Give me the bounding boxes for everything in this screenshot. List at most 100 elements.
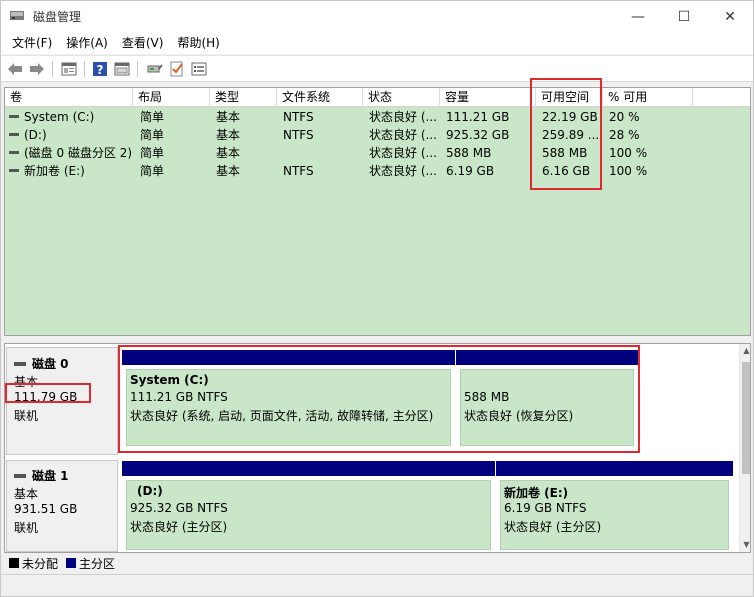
volume-row[interactable]: (D:) 简单 基本 NTFS 状态良好 (... 925.32 GB 259.… [5,126,750,144]
title-bar: 磁盘管理 — ☐ ✕ [1,1,753,32]
volume-capacity: 6.19 GB [446,164,495,178]
disk-size: 111.79 GB [14,390,78,404]
disk-icon [14,361,26,366]
disk-1-label[interactable]: 磁盘 1 基本 931.51 GB 联机 [6,460,118,552]
volume-list-header: 卷 布局 类型 文件系统 状态 容量 可用空间 % 可用 [5,88,750,107]
partition-bar [496,461,733,476]
disk-status: 联机 [14,409,39,423]
maximize-icon: ☐ [677,8,691,25]
volume-filesystem: NTFS [283,110,314,124]
volume-free-space: 22.19 GB [542,110,598,124]
volume-name: (磁盘 0 磁盘分区 2) [24,146,133,160]
partition-new-volume-e[interactable]: 新加卷 (E:) 6.19 GB NTFS 状态良好 (主分区) [496,461,733,552]
volume-row[interactable]: (磁盘 0 磁盘分区 2) 简单 基本 状态良好 (... 588 MB 588… [5,144,750,162]
volume-name: 新加卷 (E:) [24,164,85,178]
partition-size: 111.21 GB NTFS [130,390,228,404]
volume-filesystem: NTFS [283,164,314,178]
partition-status: 状态良好 (恢复分区) [464,409,574,423]
partition-system-c[interactable]: System (C:) 111.21 GB NTFS 状态良好 (系统, 启动,… [122,350,455,449]
check-icon[interactable] [168,60,186,78]
partition-recovery[interactable]: 588 MB 状态良好 (恢复分区) [456,350,638,449]
volume-icon [9,115,19,118]
disk-management-window: 磁盘管理 — ☐ ✕ 文件(F) 操作(A) 查看(V) 帮助(H) ? 卷 布… [0,0,754,597]
volume-percent-free: 20 % [609,110,640,124]
disk-management-app-icon [10,11,24,20]
column-header-status[interactable]: 状态 [363,88,440,107]
disk-status: 联机 [14,521,39,535]
toolbar-separator [137,61,138,77]
help-icon[interactable]: ? [91,60,109,78]
partition-body: System (C:) 111.21 GB NTFS 状态良好 (系统, 启动,… [126,369,451,446]
minimize-button[interactable]: — [615,1,661,32]
partition-bar [122,461,495,476]
menu-file[interactable]: 文件(F) [5,32,59,54]
maximize-button[interactable]: ☐ [661,1,707,32]
column-header-type[interactable]: 类型 [210,88,277,107]
list-icon[interactable] [190,60,208,78]
partition-bar [456,350,638,365]
legend: 未分配 主分区 [4,554,751,572]
menu-action[interactable]: 操作(A) [59,32,115,54]
disk-0-label[interactable]: 磁盘 0 基本 111.79 GB 联机 [6,347,118,455]
disk-type: 基本 [14,487,39,501]
column-header-percent-free[interactable]: % 可用 [603,88,693,107]
volume-icon [9,133,19,136]
back-arrow-icon[interactable] [6,60,24,78]
svg-text:?: ? [97,63,104,77]
column-header-layout[interactable]: 布局 [133,88,210,107]
legend-label: 主分区 [79,556,116,571]
scrollbar-thumb[interactable] [742,362,750,474]
disk-type: 基本 [14,375,39,389]
disk-name: 磁盘 1 [32,469,69,483]
volume-filesystem: NTFS [283,128,314,142]
legend-swatch [9,558,19,568]
volume-name: System (C:) [24,110,95,124]
menu-view[interactable]: 查看(V) [115,32,171,54]
volume-row[interactable]: 新加卷 (E:) 简单 基本 NTFS 状态良好 (... 6.19 GB 6.… [5,162,750,180]
column-header-capacity[interactable]: 容量 [440,88,536,107]
volume-capacity: 925.32 GB [446,128,510,142]
window-title: 磁盘管理 [33,10,82,24]
view-icon[interactable] [113,60,131,78]
disk-view-scrollbar[interactable]: ▲ ▼ [739,344,750,552]
scroll-up-arrow-icon[interactable]: ▲ [740,344,750,358]
volume-icon [9,169,19,172]
legend-item-unallocated: 未分配 [9,555,58,572]
partition-body: 588 MB 状态良好 (恢复分区) [460,369,634,446]
menu-help[interactable]: 帮助(H) [170,32,226,54]
volume-status: 状态良好 (... [369,164,437,178]
legend-label: 未分配 [22,556,59,571]
volume-free-space: 6.16 GB [542,164,591,178]
volume-percent-free: 100 % [609,146,648,160]
volume-layout: 简单 [140,128,165,142]
partition-bar [122,350,455,365]
volume-row[interactable]: System (C:) 简单 基本 NTFS 状态良好 (... 111.21 … [5,108,750,126]
volume-layout: 简单 [140,146,165,160]
connect-icon[interactable] [146,60,164,78]
partition-size: 925.32 GB NTFS [130,501,228,515]
partition-d[interactable]: (D:) 925.32 GB NTFS 状态良好 (主分区) [122,461,495,552]
volume-capacity: 588 MB [446,146,492,160]
scroll-down-arrow-icon[interactable]: ▼ [740,538,750,552]
close-button[interactable]: ✕ [707,1,753,32]
toolbar-separator [84,61,85,77]
partition-status: 状态良好 (主分区) [130,520,228,534]
status-bar [1,574,753,596]
volume-free-space: 588 MB [542,146,588,160]
volume-list[interactable]: 卷 布局 类型 文件系统 状态 容量 可用空间 % 可用 System (C:)… [4,87,751,336]
volume-percent-free: 100 % [609,164,648,178]
minimize-icon: — [631,8,645,25]
volume-layout: 简单 [140,110,165,124]
properties-icon[interactable] [60,60,78,78]
column-header-filesystem[interactable]: 文件系统 [277,88,363,107]
forward-arrow-icon[interactable] [28,60,46,78]
partition-status: 状态良好 (系统, 启动, 页面文件, 活动, 故障转储, 主分区) [130,409,434,423]
column-header-volume[interactable]: 卷 [5,88,133,107]
partition-body: 新加卷 (E:) 6.19 GB NTFS 状态良好 (主分区) [500,480,729,550]
column-header-free-space[interactable]: 可用空间 [536,88,603,107]
legend-item-primary: 主分区 [66,555,115,572]
partition-title: System (C:) [130,373,209,387]
volume-icon [9,151,19,154]
volume-filesystem [278,144,363,162]
close-icon: ✕ [724,8,736,25]
